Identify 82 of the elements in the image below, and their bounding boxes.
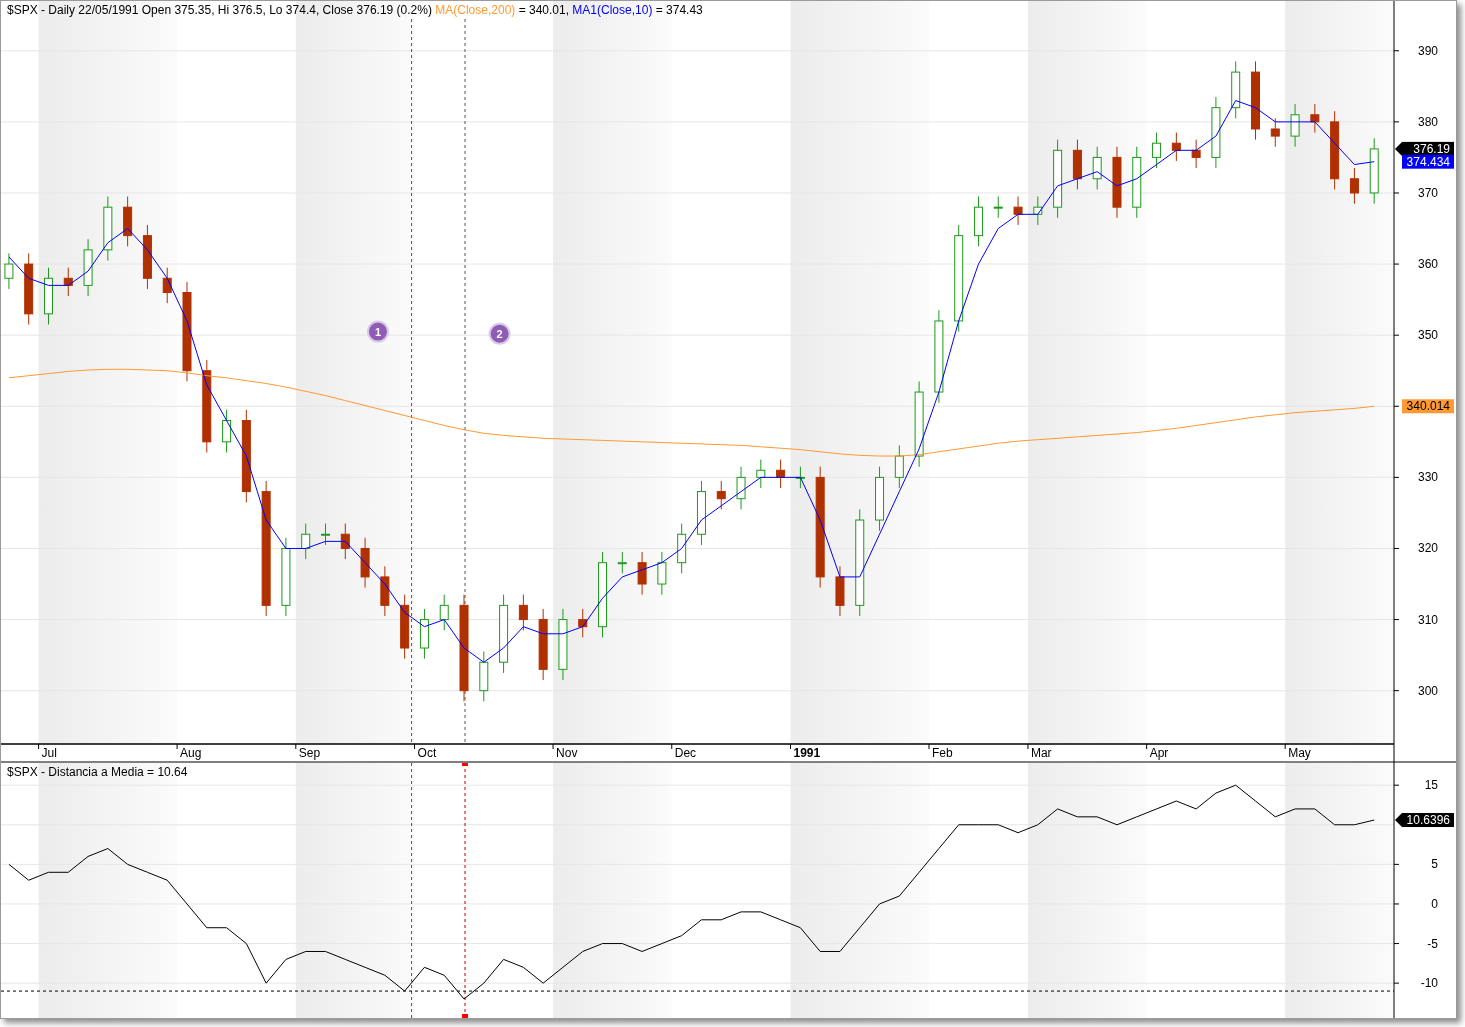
axis-label: -5: [1427, 936, 1438, 951]
axis-label: 370: [1417, 185, 1438, 200]
axis-label: Mar: [1030, 746, 1052, 760]
candlestick: [340, 523, 350, 560]
axis-label: 330: [1417, 470, 1438, 485]
axis-label: Nov: [556, 746, 578, 760]
candlestick: [1290, 103, 1300, 148]
axis-label: 380: [1417, 114, 1438, 129]
candlestick: [4, 252, 14, 290]
candlestick: [1152, 132, 1162, 169]
candlestick: [1171, 132, 1181, 162]
axis-label: Jul: [41, 746, 57, 760]
candlestick: [301, 523, 311, 560]
candlestick: [142, 224, 152, 290]
annotation: 2: [496, 327, 503, 340]
candlestick: [1231, 60, 1241, 119]
axis-label: 1991: [793, 746, 821, 760]
cursor-flag: [462, 1014, 468, 1018]
candlestick: [637, 551, 647, 596]
candlestick: [1033, 196, 1043, 226]
candlestick: [479, 651, 489, 702]
candlestick: [993, 196, 1003, 219]
candlestick: [716, 480, 726, 510]
axis-label: 300: [1417, 683, 1438, 698]
candlestick: [63, 267, 73, 297]
candlestick: [380, 565, 390, 617]
candlestick: [657, 551, 667, 596]
axis-label: Sep: [298, 746, 321, 760]
candlestick: [875, 466, 885, 532]
axis-label: 320: [1417, 541, 1438, 556]
candlestick: [321, 523, 330, 546]
price-tag: 340.014: [1402, 399, 1454, 414]
candlestick: [696, 480, 706, 546]
axis-label: Dec: [674, 746, 697, 760]
candlestick: [795, 466, 805, 489]
annotation: 1: [374, 325, 381, 338]
axis-label: Oct: [417, 746, 437, 760]
candlestick: [1072, 139, 1082, 190]
candlestick: [518, 594, 528, 631]
axis-label: 390: [1417, 43, 1438, 58]
candlestick: [973, 196, 983, 247]
candlestick: [894, 444, 904, 489]
indicator-legend: $SPX - Distancia a Media = 10.64: [7, 765, 188, 780]
candlestick: [222, 409, 232, 453]
axis-label: 350: [1417, 328, 1438, 343]
axis-label: 0: [1431, 896, 1438, 911]
axis-label: 15: [1424, 778, 1438, 793]
chart-legend: $SPX - Daily 22/05/1991 Open 375.35, Hi 376.5, Lo 374.4, Close 376.19 (0.2%) MA(Close,200) = 340.01, MA1(Close,10) = 374.43: [7, 3, 703, 18]
annotation-marker: 1: [366, 320, 389, 343]
axis-label: Aug: [180, 746, 202, 760]
candlestick: [1310, 103, 1320, 134]
candlestick: [1270, 117, 1280, 148]
candlestick: [677, 523, 687, 574]
cursor-flag: [462, 763, 468, 766]
axis-label: -10: [1420, 976, 1438, 991]
candlestick: [1369, 137, 1379, 205]
candlestick: [123, 196, 133, 247]
candlestick: [835, 565, 845, 617]
axis-label: 360: [1417, 257, 1438, 272]
candlestick: [1092, 146, 1102, 190]
axis-label: 310: [1417, 612, 1438, 627]
candlestick: [103, 196, 113, 261]
candlestick: [736, 466, 746, 510]
annotation-marker: 2: [488, 322, 511, 345]
candlestick: [1013, 196, 1023, 226]
candlestick: [439, 594, 449, 631]
axis-label: May: [1288, 746, 1311, 760]
candlestick: [419, 608, 429, 660]
candlestick: [44, 267, 53, 325]
candlestick: [162, 267, 172, 304]
candlestick: [1349, 167, 1359, 205]
axis-label: 5: [1431, 857, 1438, 872]
candlestick: [578, 608, 588, 638]
candlestick: [83, 238, 93, 297]
axis-label: Apr: [1149, 746, 1169, 760]
candlestick: [617, 551, 627, 574]
candlestick: [1191, 139, 1201, 169]
candlestick: [776, 459, 786, 489]
candlestick: [360, 537, 370, 589]
candlestick: [756, 459, 766, 489]
axis-label: Feb: [932, 746, 953, 760]
candlestick: [400, 594, 410, 660]
